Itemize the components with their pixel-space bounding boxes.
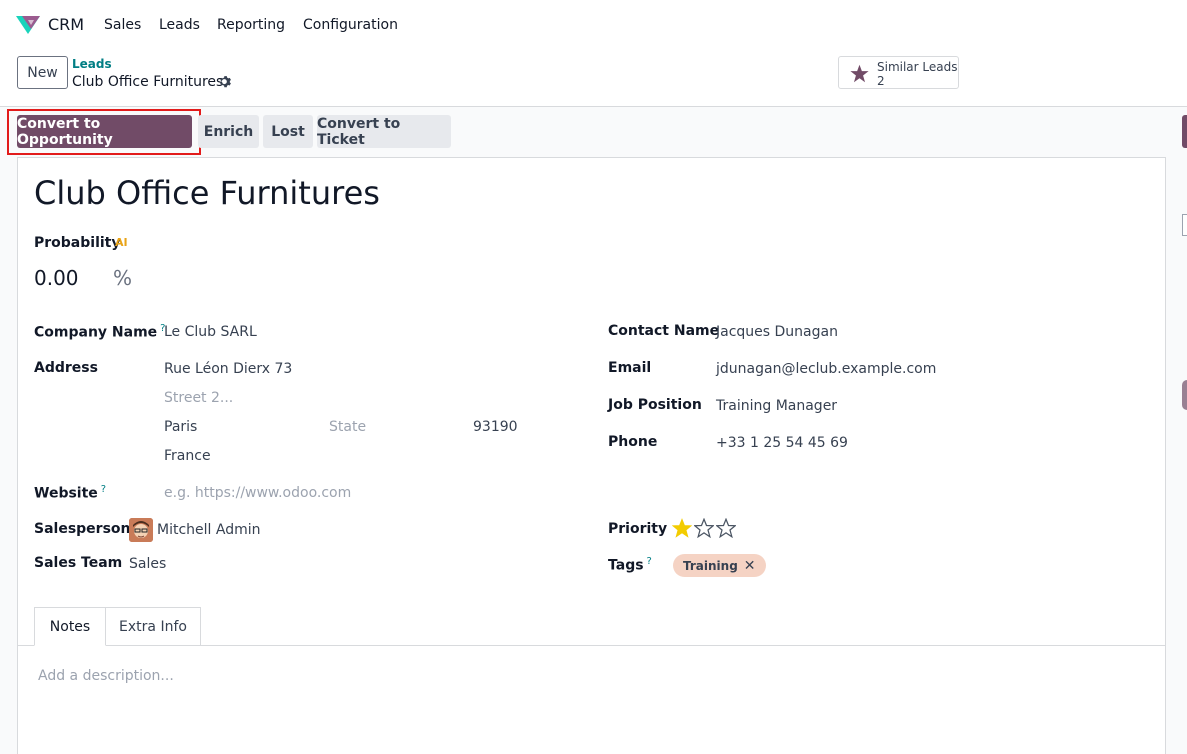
tag-label: Training xyxy=(683,558,738,573)
form-statusbar: Convert to Opportunity Enrich Lost Conve… xyxy=(0,107,1187,157)
tags-label: Tags? xyxy=(608,556,652,574)
similar-leads-count: 2 xyxy=(877,74,885,88)
menu-leads[interactable]: Leads xyxy=(159,17,200,33)
description-field[interactable]: Add a description... xyxy=(38,668,174,684)
breadcrumb-current: Club Office Furnitures xyxy=(72,74,224,90)
email-label: Email xyxy=(608,360,652,376)
menu-sales[interactable]: Sales xyxy=(104,17,141,33)
tab-extra-info[interactable]: Extra Info xyxy=(106,607,201,646)
tab-notes[interactable]: Notes xyxy=(34,607,106,646)
email-field[interactable]: jdunagan@leclub.example.com xyxy=(716,361,936,377)
street-field[interactable]: Rue Léon Dierx 73 xyxy=(164,361,292,377)
menu-configuration[interactable]: Configuration xyxy=(303,17,398,33)
lost-button[interactable]: Lost xyxy=(263,115,313,148)
sales-team-field[interactable]: Sales xyxy=(129,556,166,572)
enrich-button[interactable]: Enrich xyxy=(198,115,259,148)
gear-icon[interactable] xyxy=(219,75,233,89)
priority-stars xyxy=(672,518,736,538)
state-field[interactable]: State xyxy=(329,419,366,435)
contact-name-label: Contact Name xyxy=(608,323,720,339)
probability-input[interactable]: 0.00 xyxy=(34,266,79,290)
address-label: Address xyxy=(34,360,98,376)
ai-icon[interactable]: AI xyxy=(115,236,128,249)
top-navbar: CRM Sales Leads Reporting Configuration xyxy=(0,0,1187,50)
side-checkbox[interactable] xyxy=(1182,214,1187,236)
street2-field[interactable]: Street 2... xyxy=(164,390,233,406)
salesperson-field[interactable]: Mitchell Admin xyxy=(157,522,261,538)
website-label: Website? xyxy=(34,484,107,502)
lead-title[interactable]: Club Office Furnitures xyxy=(34,174,380,212)
control-panel: New Leads Club Office Furnitures Similar… xyxy=(0,50,1187,107)
probability-unit: % xyxy=(113,266,133,290)
zip-field[interactable]: 93190 xyxy=(473,419,518,435)
help-icon[interactable]: ? xyxy=(647,556,652,567)
side-panel-handle[interactable] xyxy=(1182,115,1187,148)
company-name-field[interactable]: Le Club SARL xyxy=(164,324,257,340)
job-position-label: Job Position xyxy=(608,397,702,413)
tag-training[interactable]: Training ✕ xyxy=(673,554,766,577)
menu-reporting[interactable]: Reporting xyxy=(217,17,285,33)
help-icon[interactable]: ? xyxy=(101,484,106,495)
close-icon[interactable]: ✕ xyxy=(744,558,756,574)
city-field[interactable]: Paris xyxy=(164,419,197,435)
company-name-label: Company Name? xyxy=(34,323,166,341)
priority-label: Priority xyxy=(608,521,668,537)
country-field[interactable]: France xyxy=(164,448,211,464)
sales-team-label: Sales Team xyxy=(34,555,123,571)
priority-star-icon[interactable] xyxy=(694,518,714,538)
salesperson-label: Salesperson xyxy=(34,521,131,537)
star-icon xyxy=(850,64,869,83)
breadcrumb-leads[interactable]: Leads xyxy=(72,57,112,71)
website-field[interactable]: e.g. https://www.odoo.com xyxy=(164,485,351,501)
new-button[interactable]: New xyxy=(17,56,68,89)
contact-name-field[interactable]: Jacques Dunagan xyxy=(716,324,838,340)
job-position-field[interactable]: Training Manager xyxy=(716,398,837,414)
avatar xyxy=(129,518,153,542)
crm-app-icon[interactable] xyxy=(16,16,40,34)
convert-to-opportunity-button[interactable]: Convert to Opportunity xyxy=(17,115,192,148)
priority-star-icon[interactable] xyxy=(672,518,692,538)
app-name[interactable]: CRM xyxy=(48,15,84,34)
side-chatter-toggle[interactable] xyxy=(1182,380,1187,410)
similar-leads-button[interactable]: Similar Leads 2 xyxy=(838,56,959,89)
probability-label: Probability xyxy=(34,235,121,251)
phone-label: Phone xyxy=(608,434,658,450)
phone-field[interactable]: +33 1 25 54 45 69 xyxy=(716,435,848,451)
convert-to-ticket-button[interactable]: Convert to Ticket xyxy=(317,115,451,148)
priority-star-icon[interactable] xyxy=(716,518,736,538)
similar-leads-label: Similar Leads xyxy=(877,60,958,74)
